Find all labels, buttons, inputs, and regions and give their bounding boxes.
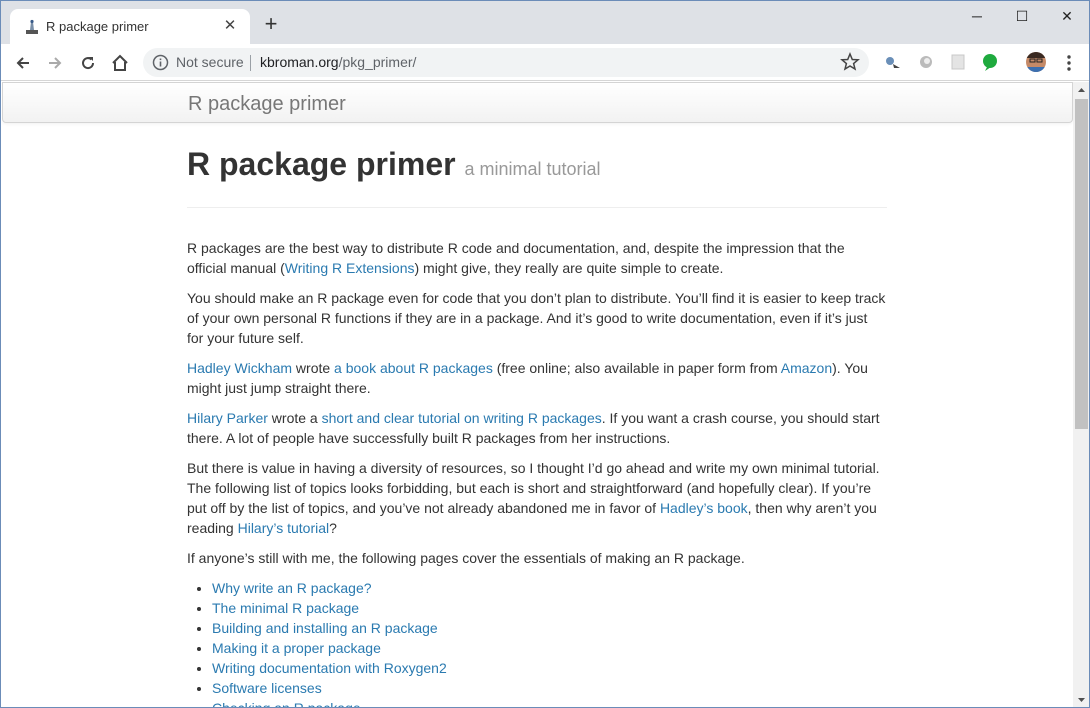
topic-link[interactable]: Why write an R package? bbox=[212, 580, 372, 596]
close-window-button[interactable]: ✕ bbox=[1044, 1, 1089, 31]
hadley-wickham-link[interactable]: Hadley Wickham bbox=[187, 360, 292, 376]
hilary-tutorial-link[interactable]: short and clear tutorial on writing R pa… bbox=[322, 410, 602, 426]
new-tab-button[interactable]: + bbox=[259, 12, 283, 36]
tab-title: R package primer bbox=[46, 19, 149, 34]
extension-circle-icon[interactable] bbox=[917, 53, 935, 71]
security-label: Not secure bbox=[176, 54, 244, 70]
hilary-paragraph: Hilary Parker wrote a short and clear tu… bbox=[187, 408, 887, 448]
hadley-paragraph: Hadley Wickham wrote a book about R pack… bbox=[187, 358, 887, 398]
extension-translate-icon[interactable] bbox=[884, 53, 902, 71]
essentials-paragraph: If anyone’s still with me, the following… bbox=[187, 550, 745, 566]
topic-list: Why write an R package? The minimal R pa… bbox=[212, 578, 887, 707]
writing-r-extensions-link[interactable]: Writing R Extensions bbox=[285, 260, 415, 276]
page-title-text: R package primer bbox=[187, 146, 456, 182]
page-title: R package primer a minimal tutorial bbox=[187, 146, 887, 208]
r-packages-book-link[interactable]: a book about R packages bbox=[334, 360, 493, 376]
text-span: ) might give, they really are quite simp… bbox=[414, 260, 724, 276]
reason-paragraph: You should make an R package even for co… bbox=[187, 290, 886, 346]
scrollbar-thumb[interactable] bbox=[1075, 99, 1088, 429]
topic-link[interactable]: The minimal R package bbox=[212, 600, 359, 616]
browser-menu-icon[interactable] bbox=[1062, 52, 1076, 74]
reload-button[interactable] bbox=[74, 49, 102, 77]
tab-close-icon[interactable]: ✕ bbox=[220, 16, 240, 36]
home-icon bbox=[112, 54, 128, 71]
list-item: Software licenses bbox=[212, 678, 887, 698]
browser-window: R package primer ✕ + ─ ☐ ✕ Not secure kb… bbox=[0, 0, 1090, 708]
url-path: /pkg_primer/ bbox=[338, 54, 417, 70]
url-host: kbroman.org bbox=[260, 54, 339, 70]
maximize-button[interactable]: ☐ bbox=[999, 1, 1045, 31]
text-span: wrote a bbox=[267, 410, 322, 426]
hilarys-tutorial-link[interactable]: Hilary’s tutorial bbox=[238, 520, 330, 536]
site-navbar: R package primer bbox=[2, 82, 1073, 123]
scroll-up-arrow-icon[interactable] bbox=[1073, 82, 1089, 99]
back-button[interactable] bbox=[9, 49, 37, 77]
text-span: (free online; also available in paper fo… bbox=[492, 360, 781, 376]
reload-icon bbox=[82, 57, 95, 70]
list-item: The minimal R package bbox=[212, 598, 887, 618]
page-content: R package primer a minimal tutorial R pa… bbox=[187, 146, 887, 707]
info-icon[interactable] bbox=[152, 54, 169, 71]
vertical-scrollbar[interactable] bbox=[1073, 82, 1089, 707]
text-span: wrote bbox=[292, 360, 335, 376]
forward-button[interactable] bbox=[41, 49, 69, 77]
bookmark-star-icon[interactable] bbox=[840, 52, 860, 72]
topic-link[interactable]: Software licenses bbox=[212, 680, 322, 696]
hilary-parker-link[interactable]: Hilary Parker bbox=[187, 410, 268, 426]
extension-evernote-icon[interactable] bbox=[981, 53, 999, 71]
intro-paragraph: R packages are the best way to distribut… bbox=[187, 238, 887, 278]
address-divider bbox=[250, 55, 251, 71]
amazon-link[interactable]: Amazon bbox=[781, 360, 832, 376]
list-item: Making it a proper package bbox=[212, 638, 887, 658]
extension-page-icon[interactable] bbox=[949, 53, 967, 71]
list-item: Why write an R package? bbox=[212, 578, 887, 598]
url-text[interactable]: kbroman.org/pkg_primer/ bbox=[260, 54, 416, 70]
list-item: Building and installing an R package bbox=[212, 618, 887, 638]
page-viewport: R package primer R package primer a mini… bbox=[2, 82, 1073, 707]
home-button[interactable] bbox=[106, 49, 134, 77]
browser-tab[interactable]: R package primer ✕ bbox=[10, 9, 250, 44]
favicon-icon bbox=[24, 19, 40, 35]
site-brand-link[interactable]: R package primer bbox=[188, 93, 346, 116]
hadleys-book-link[interactable]: Hadley’s book bbox=[660, 500, 748, 516]
browser-toolbar: Not secure kbroman.org/pkg_primer/ bbox=[1, 44, 1089, 81]
text-span: ? bbox=[329, 520, 337, 536]
profile-avatar[interactable] bbox=[1026, 52, 1046, 72]
page-subtitle: a minimal tutorial bbox=[464, 159, 601, 179]
title-bar: R package primer ✕ + ─ ☐ ✕ bbox=[1, 1, 1089, 44]
topic-link[interactable]: Building and installing an R package bbox=[212, 620, 438, 636]
back-arrow-icon bbox=[16, 57, 29, 69]
forward-arrow-icon bbox=[49, 57, 62, 69]
topic-link[interactable]: Writing documentation with Roxygen2 bbox=[212, 660, 447, 676]
diversity-paragraph: But there is value in having a diversity… bbox=[187, 458, 887, 538]
list-item: Checking an R package bbox=[212, 698, 887, 707]
minimize-button[interactable]: ─ bbox=[954, 1, 1000, 31]
list-item: Writing documentation with Roxygen2 bbox=[212, 658, 887, 678]
scroll-down-arrow-icon[interactable] bbox=[1073, 691, 1089, 707]
topic-link[interactable]: Making it a proper package bbox=[212, 640, 381, 656]
address-bar[interactable]: Not secure kbroman.org/pkg_primer/ bbox=[143, 48, 869, 77]
topic-link[interactable]: Checking an R package bbox=[212, 700, 361, 707]
